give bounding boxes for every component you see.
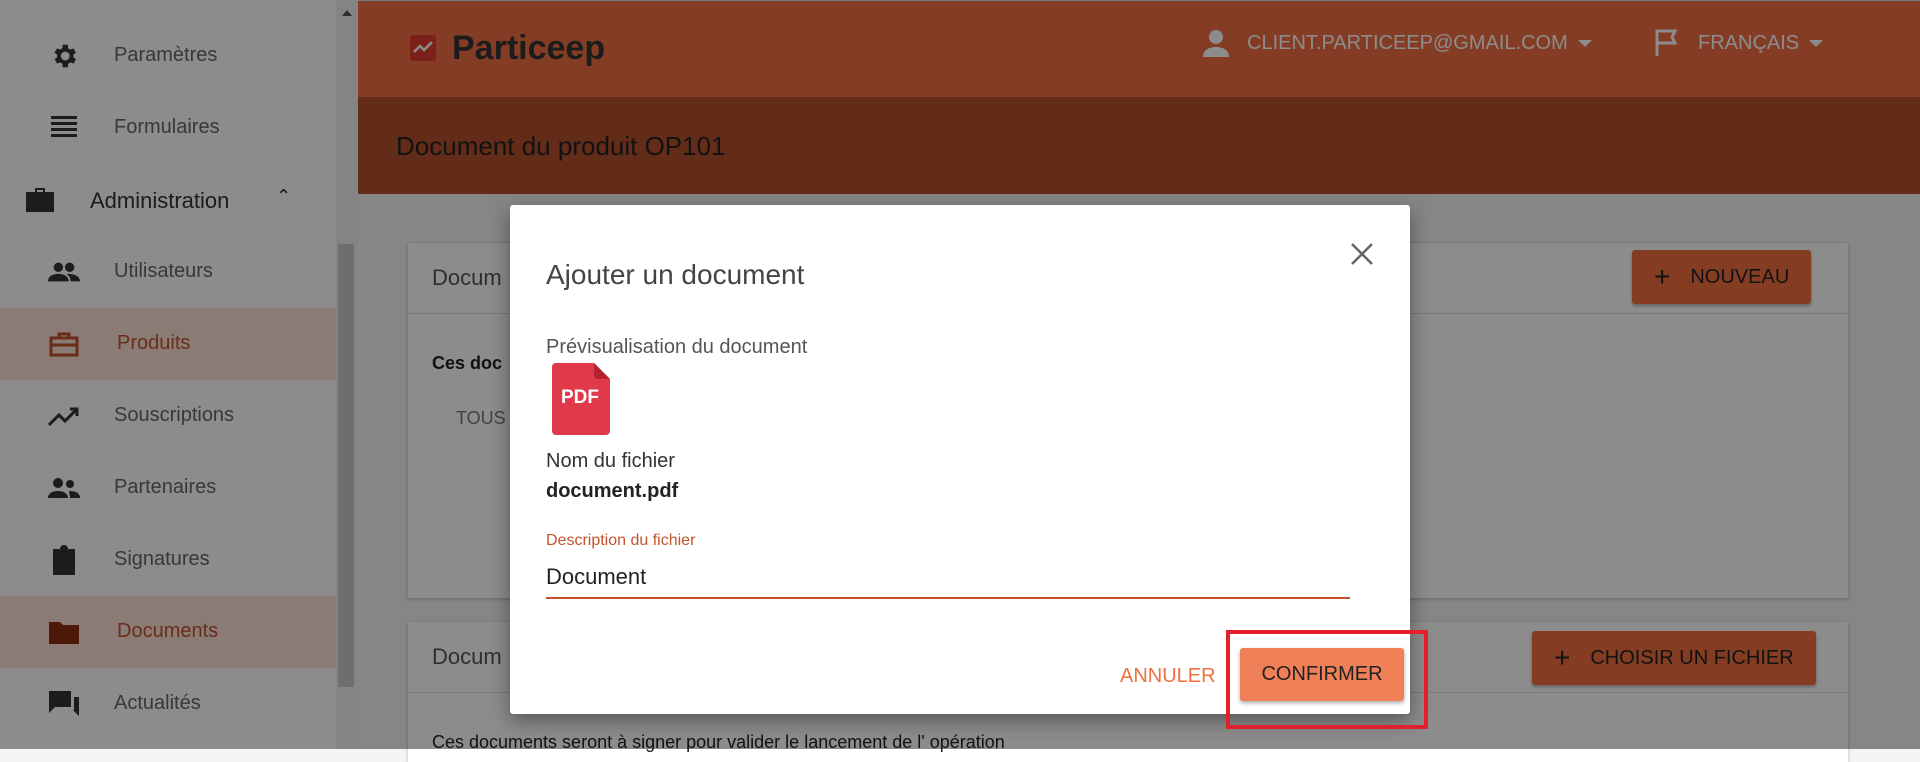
pdf-icon-label: PDF [561,387,599,408]
filename-label: Nom du fichier [546,450,675,472]
close-icon[interactable] [1346,238,1378,270]
pdf-file-icon: PDF [552,363,610,435]
description-input[interactable] [546,557,1350,599]
description-label: Description du fichier [546,532,696,549]
confirm-highlight-box [1226,630,1428,729]
cancel-button[interactable]: ANNULER [1120,665,1216,688]
filename-value: document.pdf [546,480,679,502]
dialog-title: Ajouter un document [546,259,805,290]
preview-label: Prévisualisation du document [546,336,808,358]
